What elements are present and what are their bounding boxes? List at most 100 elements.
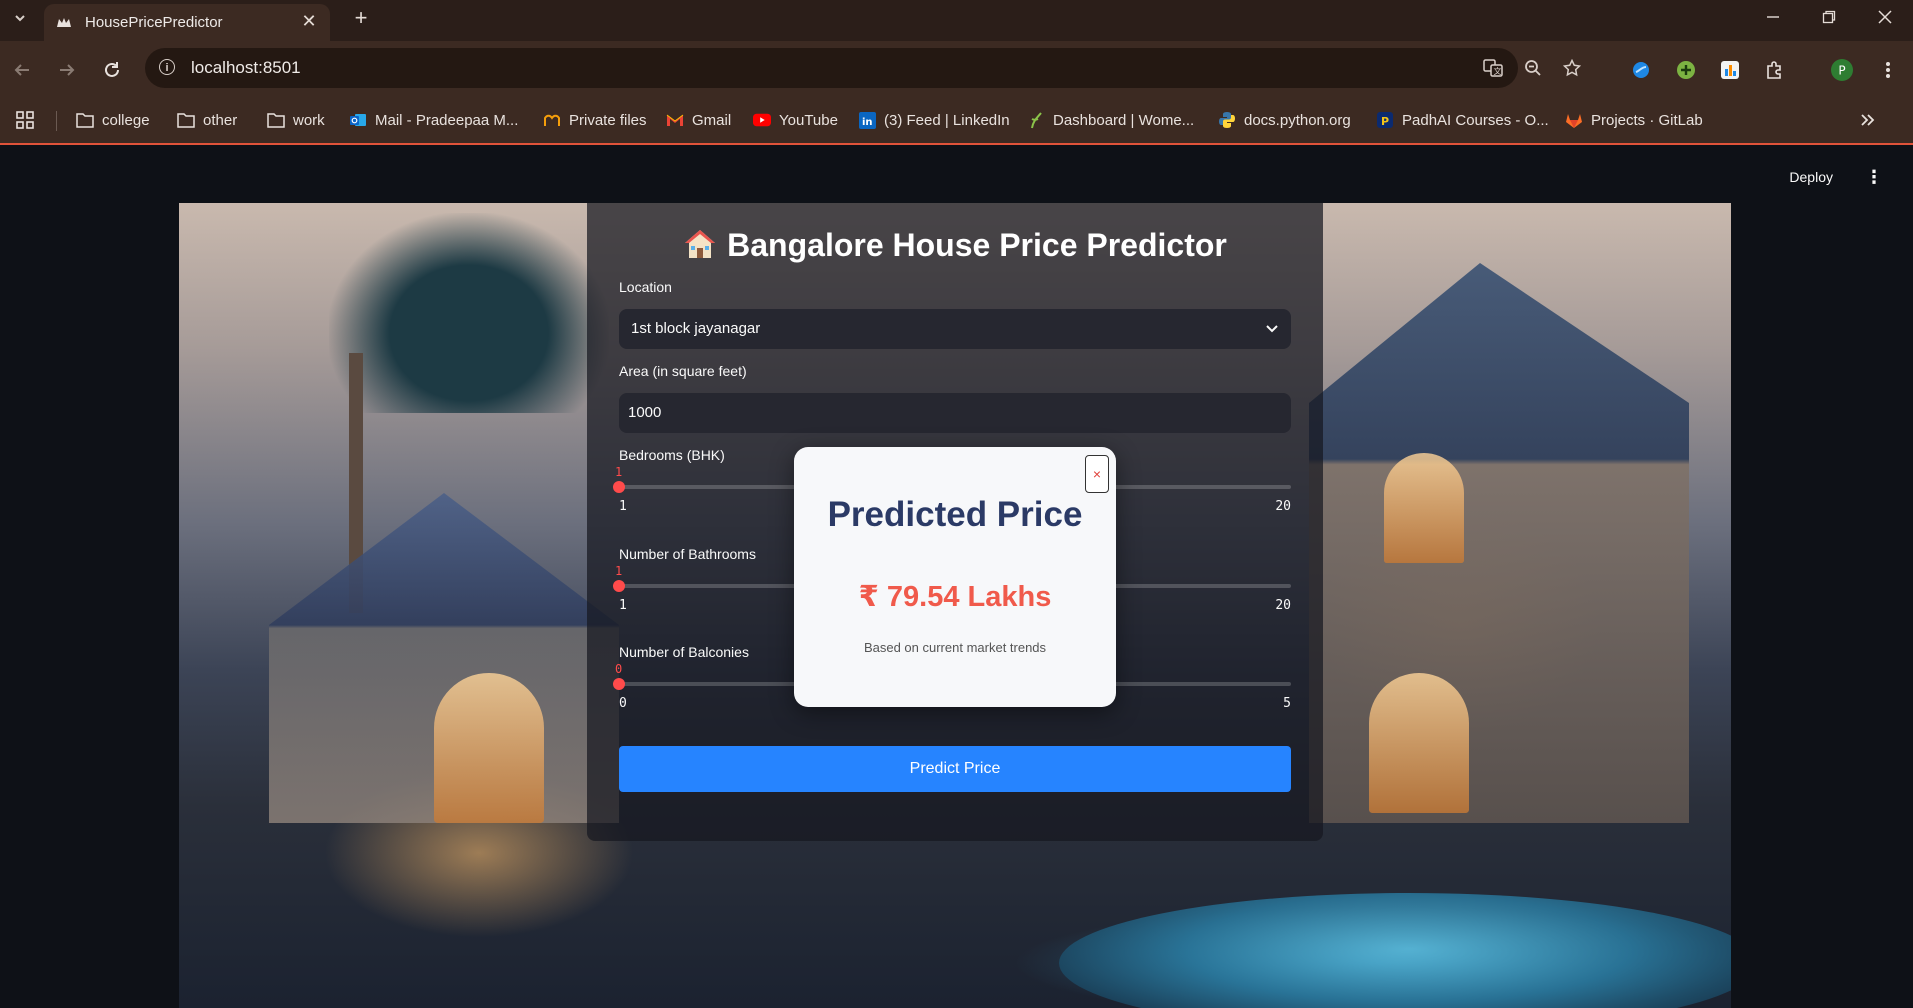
chevron-down-icon <box>1265 321 1279 335</box>
streamlit-crown-icon <box>56 15 72 31</box>
python-icon <box>1218 111 1236 129</box>
page-title-text: Bangalore House Price Predictor <box>727 227 1227 263</box>
slider-current-value: 0 <box>615 662 623 676</box>
house-icon <box>683 228 717 268</box>
url-text[interactable]: localhost:8501 <box>191 58 301 78</box>
deploy-button[interactable]: Deploy <box>1789 169 1833 185</box>
bathrooms-label: Number of Bathrooms <box>619 546 756 562</box>
gitlab-icon <box>1565 111 1583 129</box>
modal-close-button[interactable]: × <box>1085 455 1109 493</box>
more-bookmarks-chevron-icon[interactable] <box>1860 108 1876 132</box>
translate-icon[interactable]: 文 <box>1483 58 1503 78</box>
svg-text:文: 文 <box>1494 66 1502 76</box>
bookmark-youtube[interactable]: YouTube <box>753 108 838 132</box>
area-input[interactable]: 1000 <box>619 393 1291 433</box>
tab-search-chevron-icon[interactable] <box>8 6 32 30</box>
slider-max-value: 20 <box>1275 499 1291 514</box>
location-value: 1st block jayanagar <box>631 320 761 337</box>
modal-title: Predicted Price <box>827 495 1083 534</box>
nextcloud-icon <box>543 111 561 129</box>
bookmark-label: (3) Feed | LinkedIn <box>884 111 1010 129</box>
location-label: Location <box>619 279 672 295</box>
bookmark-folder-college[interactable]: college <box>76 108 150 132</box>
bookmark-padhai[interactable]: P PadhAI Courses - O... <box>1376 108 1549 132</box>
folder-icon <box>267 111 285 129</box>
youtube-icon <box>753 111 771 129</box>
predicted-price-modal: × Predicted Price ₹ 79.54 Lakhs Based on… <box>794 447 1116 707</box>
modal-note: Based on current market trends <box>863 640 1047 655</box>
browser-tab-active[interactable]: HousePricePredictor ✕ <box>44 4 330 41</box>
extension-chart-icon[interactable] <box>1719 59 1741 81</box>
slider-thumb[interactable] <box>613 678 625 690</box>
bookmark-gitlab[interactable]: Projects · GitLab <box>1565 108 1703 132</box>
app-menu-icon[interactable]: ⋮ <box>1865 167 1883 188</box>
zoom-icon[interactable] <box>1523 58 1543 78</box>
slider-thumb[interactable] <box>613 580 625 592</box>
address-bar[interactable]: i localhost:8501 文 <box>145 48 1581 88</box>
slider-min-value: 1 <box>619 499 627 514</box>
lit-window-shape <box>1369 673 1469 813</box>
browser-menu-icon[interactable] <box>1877 59 1899 81</box>
area-value: 1000 <box>628 404 662 421</box>
svg-text:P: P <box>1381 115 1389 128</box>
page-title: Bangalore House Price Predictor <box>587 227 1323 268</box>
bookmark-folder-work[interactable]: work <box>267 108 325 132</box>
folder-icon <box>76 111 94 129</box>
location-select[interactable]: 1st block jayanagar <box>619 309 1291 349</box>
close-window-icon[interactable] <box>1857 0 1913 34</box>
bedrooms-label: Bedrooms (BHK) <box>619 447 725 463</box>
bookmarks-divider <box>56 111 57 131</box>
bookmark-label: Dashboard | Wome... <box>1053 111 1195 129</box>
browser-tab-strip: HousePricePredictor ✕ + <box>0 0 1913 41</box>
slider-max-value: 5 <box>1283 696 1291 711</box>
predict-price-button[interactable]: Predict Price <box>619 746 1291 792</box>
lit-window-shape <box>434 673 544 823</box>
extensions-puzzle-icon[interactable] <box>1764 59 1786 81</box>
extension-blue-icon[interactable] <box>1630 59 1652 81</box>
bookmark-folder-other[interactable]: other <box>177 108 237 132</box>
right-house-shape <box>1309 263 1689 823</box>
close-tab-icon[interactable]: ✕ <box>298 10 320 32</box>
predicted-price-value: ₹ 79.54 Lakhs <box>858 581 1052 613</box>
new-tab-plus-icon[interactable]: + <box>348 5 374 31</box>
forward-arrow-icon[interactable] <box>53 56 81 84</box>
dashboard-icon <box>1027 111 1045 129</box>
restore-icon[interactable] <box>1801 0 1857 34</box>
bookmark-outlook[interactable]: Mail - Pradeepaa M... <box>349 108 518 132</box>
browser-toolbar: i localhost:8501 文 P <box>0 41 1913 99</box>
slider-min-value: 0 <box>619 696 627 711</box>
bookmark-linkedin[interactable]: in (3) Feed | LinkedIn <box>858 108 1010 132</box>
bookmark-private-files[interactable]: Private files <box>543 108 647 132</box>
lit-window-shape <box>1384 453 1464 563</box>
bookmark-label: other <box>203 111 238 129</box>
bookmarks-bar: college other work Mail - Pradeepaa M...… <box>0 99 1913 145</box>
bookmark-label: Private files <box>569 111 647 129</box>
bookmark-star-icon[interactable] <box>1562 58 1582 78</box>
balconies-label: Number of Balconies <box>619 644 749 660</box>
bookmark-gmail[interactable]: Gmail <box>666 108 731 132</box>
palm-tree-shape <box>329 213 609 413</box>
bookmark-label: docs.python.org <box>1244 111 1351 129</box>
profile-avatar[interactable]: P <box>1831 59 1853 81</box>
site-info-icon[interactable]: i <box>159 59 175 75</box>
bookmark-label: college <box>102 111 150 129</box>
extension-green-plus-icon[interactable] <box>1675 59 1697 81</box>
outlook-icon <box>349 111 367 129</box>
reload-icon[interactable] <box>98 56 126 84</box>
bookmark-label: Mail - Pradeepaa M... <box>375 111 519 129</box>
bookmark-dashboard[interactable]: Dashboard | Wome... <box>1027 108 1194 132</box>
tab-title: HousePricePredictor <box>85 14 223 31</box>
area-label: Area (in square feet) <box>619 363 747 379</box>
slider-min-value: 1 <box>619 598 627 613</box>
slider-max-value: 20 <box>1275 598 1291 613</box>
folder-icon <box>177 111 195 129</box>
slider-current-value: 1 <box>615 465 623 479</box>
bookmark-python-docs[interactable]: docs.python.org <box>1218 108 1351 132</box>
back-arrow-icon[interactable] <box>8 56 36 84</box>
padhai-icon: P <box>1376 111 1394 129</box>
apps-grid-icon[interactable] <box>15 108 35 132</box>
slider-thumb[interactable] <box>613 481 625 493</box>
bookmark-label: YouTube <box>779 111 838 129</box>
linkedin-icon: in <box>858 111 876 129</box>
minimize-icon[interactable] <box>1745 0 1801 34</box>
